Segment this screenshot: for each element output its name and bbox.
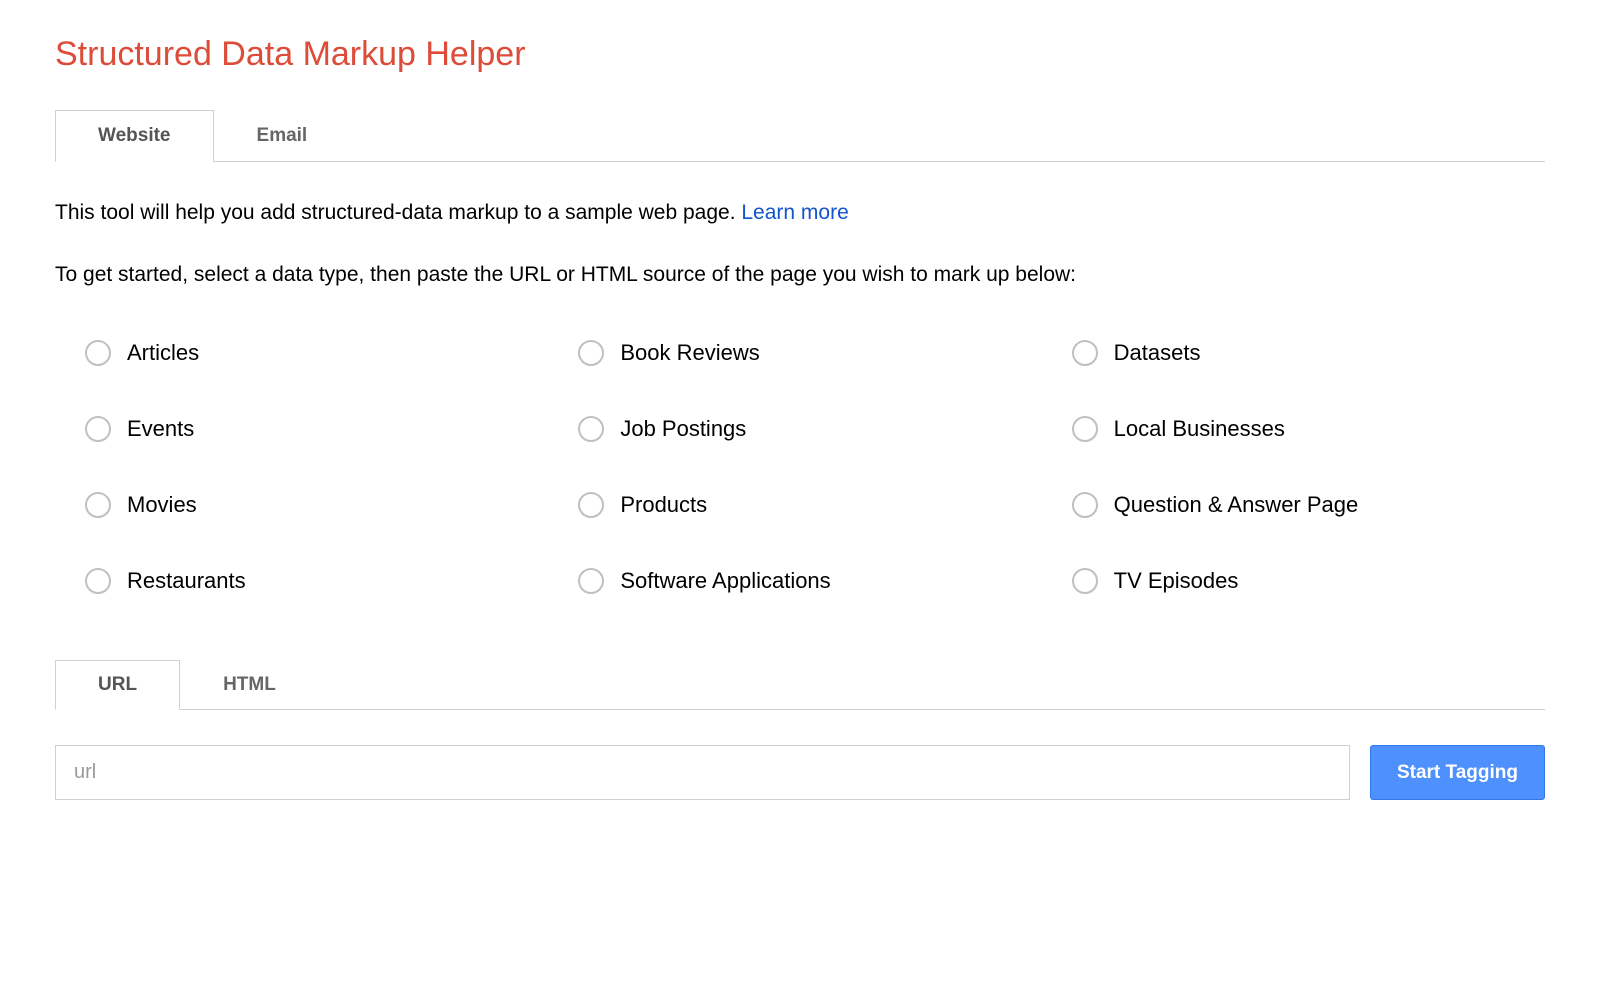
radio-icon bbox=[85, 340, 111, 366]
radio-icon bbox=[85, 492, 111, 518]
radio-local-businesses[interactable]: Local Businesses bbox=[1072, 416, 1545, 442]
radio-articles[interactable]: Articles bbox=[85, 340, 558, 366]
learn-more-link[interactable]: Learn more bbox=[741, 201, 848, 224]
radio-book-reviews[interactable]: Book Reviews bbox=[578, 340, 1051, 366]
radio-label: Local Businesses bbox=[1114, 416, 1285, 442]
radio-tv-episodes[interactable]: TV Episodes bbox=[1072, 568, 1545, 594]
radio-icon bbox=[578, 568, 604, 594]
radio-icon bbox=[578, 492, 604, 518]
radio-icon bbox=[85, 416, 111, 442]
radio-label: Restaurants bbox=[127, 568, 246, 594]
intro-text-part: This tool will help you add structured-d… bbox=[55, 201, 741, 224]
radio-icon bbox=[1072, 340, 1098, 366]
page-title: Structured Data Markup Helper bbox=[55, 35, 1545, 74]
intro-text: This tool will help you add structured-d… bbox=[55, 197, 1545, 229]
radio-label: Question & Answer Page bbox=[1114, 492, 1359, 518]
radio-label: Software Applications bbox=[620, 568, 830, 594]
radio-products[interactable]: Products bbox=[578, 492, 1051, 518]
url-input[interactable] bbox=[55, 745, 1350, 800]
start-tagging-button[interactable]: Start Tagging bbox=[1370, 745, 1545, 800]
subtab-html[interactable]: HTML bbox=[180, 660, 319, 710]
radio-restaurants[interactable]: Restaurants bbox=[85, 568, 558, 594]
radio-events[interactable]: Events bbox=[85, 416, 558, 442]
radio-label: Job Postings bbox=[620, 416, 746, 442]
radio-icon bbox=[85, 568, 111, 594]
radio-movies[interactable]: Movies bbox=[85, 492, 558, 518]
main-tabs: Website Email bbox=[55, 109, 1545, 162]
radio-label: Datasets bbox=[1114, 340, 1201, 366]
radio-icon bbox=[578, 340, 604, 366]
radio-icon bbox=[1072, 568, 1098, 594]
radio-label: Articles bbox=[127, 340, 199, 366]
input-subtabs: URL HTML bbox=[55, 659, 1545, 710]
radio-datasets[interactable]: Datasets bbox=[1072, 340, 1545, 366]
radio-label: Movies bbox=[127, 492, 197, 518]
data-type-grid: Articles Book Reviews Datasets Events Jo… bbox=[55, 340, 1545, 594]
radio-question-answer[interactable]: Question & Answer Page bbox=[1072, 492, 1545, 518]
radio-label: TV Episodes bbox=[1114, 568, 1239, 594]
subtab-url[interactable]: URL bbox=[55, 660, 180, 710]
radio-icon bbox=[1072, 492, 1098, 518]
instruction-text: To get started, select a data type, then… bbox=[55, 259, 1545, 291]
radio-label: Products bbox=[620, 492, 707, 518]
tab-website[interactable]: Website bbox=[55, 110, 214, 162]
radio-label: Book Reviews bbox=[620, 340, 759, 366]
radio-label: Events bbox=[127, 416, 194, 442]
input-row: Start Tagging bbox=[55, 745, 1545, 800]
radio-job-postings[interactable]: Job Postings bbox=[578, 416, 1051, 442]
radio-icon bbox=[1072, 416, 1098, 442]
tab-email[interactable]: Email bbox=[214, 110, 351, 162]
radio-icon bbox=[578, 416, 604, 442]
radio-software-applications[interactable]: Software Applications bbox=[578, 568, 1051, 594]
